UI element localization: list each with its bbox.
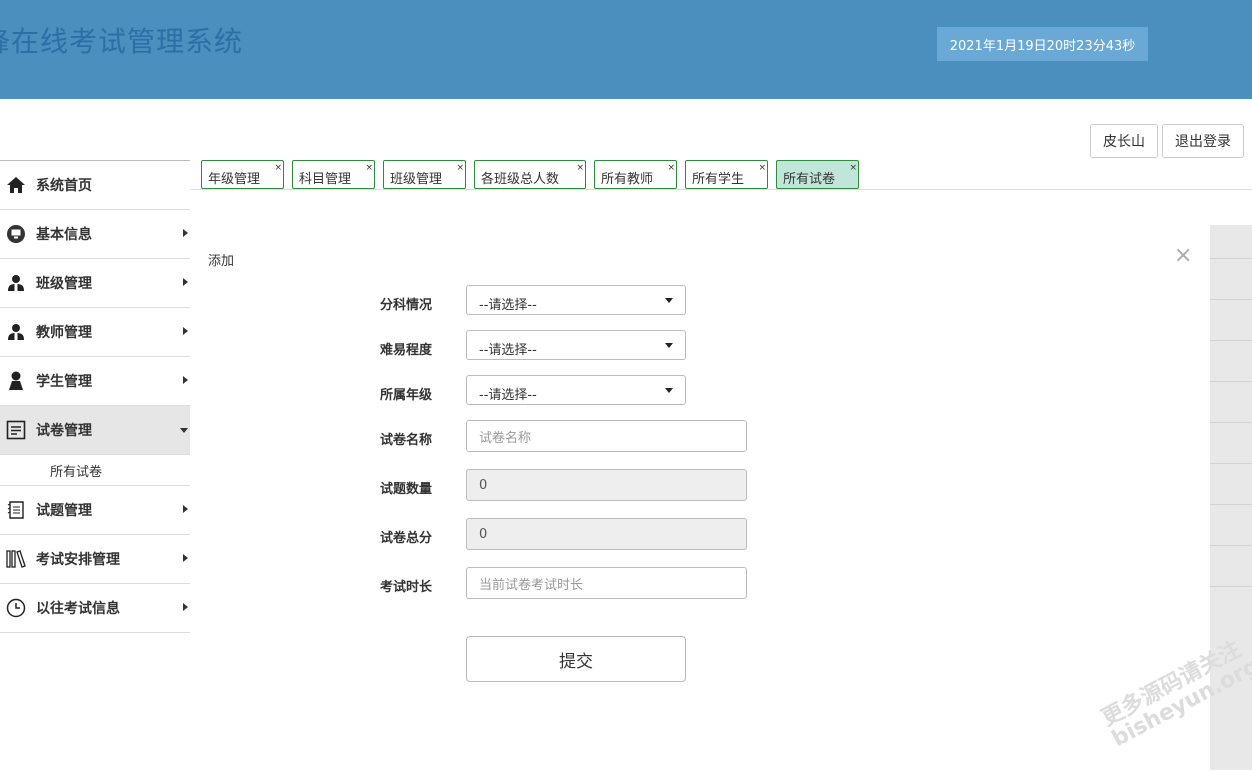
sidebar-item-exam-schedule[interactable]: 考试安排管理: [0, 535, 190, 584]
sidebar-item-label: 教师管理: [36, 325, 92, 341]
question-count-field: 0: [466, 469, 747, 501]
close-icon[interactable]: ×: [849, 163, 857, 173]
caret-down-icon: [180, 428, 188, 433]
close-icon[interactable]: ×: [1174, 243, 1192, 268]
difficulty-select[interactable]: --请选择--: [466, 330, 686, 360]
tab-all-students[interactable]: 所有学生 ×: [685, 160, 768, 189]
close-icon[interactable]: ×: [274, 163, 282, 173]
chevron-down-icon: [665, 343, 673, 348]
close-icon[interactable]: ×: [365, 163, 373, 173]
caret-right-icon: [183, 278, 188, 286]
sidebar-item-label: 系统首页: [36, 178, 92, 194]
logout-button[interactable]: 退出登录: [1162, 124, 1244, 158]
close-icon[interactable]: ×: [758, 163, 766, 173]
app-title: 锋在线考试管理系统: [0, 25, 244, 58]
caret-right-icon: [183, 603, 188, 611]
grade-select[interactable]: --请选择--: [466, 375, 686, 405]
sidebar-item-label: 以往考试信息: [36, 601, 120, 617]
duration-label: 考试时长: [380, 580, 433, 595]
submit-button[interactable]: 提交: [466, 636, 686, 682]
dialog-title: 添加: [208, 254, 235, 269]
tab-all-teachers[interactable]: 所有教师 ×: [594, 160, 677, 189]
sidebar-item-home[interactable]: 系统首页: [0, 161, 190, 210]
paper-name-label: 试卷名称: [380, 433, 433, 448]
sidebar: 系统首页 基本信息 班级管理 教师管理 学生管理 试卷管理 所有试卷 试题管理 …: [0, 160, 190, 771]
clock-icon: [6, 598, 26, 618]
question-count-label: 试题数量: [380, 482, 433, 497]
document-icon: [6, 420, 26, 440]
sidebar-item-questions[interactable]: 试题管理: [0, 486, 190, 535]
chevron-down-icon: [665, 388, 673, 393]
caret-right-icon: [183, 327, 188, 335]
caret-right-icon: [183, 554, 188, 562]
teacher-icon: [6, 322, 26, 342]
sidebar-subitem-all-papers[interactable]: 所有试卷: [0, 455, 190, 486]
datetime-display: 2021年1月19日20时23分43秒: [937, 27, 1148, 61]
tab-subject-management[interactable]: 科目管理 ×: [292, 160, 375, 189]
total-score-label: 试卷总分: [380, 531, 433, 546]
books-icon: [6, 549, 26, 569]
tab-class-headcount[interactable]: 各班级总人数 ×: [474, 160, 586, 189]
home-icon: [6, 175, 26, 195]
duration-input[interactable]: 当前试卷考试时长: [466, 567, 747, 599]
sidebar-item-basic-info[interactable]: 基本信息: [0, 210, 190, 259]
caret-right-icon: [183, 229, 188, 237]
subject-label: 分科情况: [380, 298, 433, 313]
app-header: 锋在线考试管理系统 2021年1月19日20时23分43秒: [0, 0, 1252, 99]
sidebar-item-paper[interactable]: 试卷管理: [0, 406, 190, 455]
caret-right-icon: [183, 505, 188, 513]
tab-class-management[interactable]: 班级管理 ×: [383, 160, 466, 189]
chevron-down-icon: [665, 298, 673, 303]
sidebar-item-label: 试卷管理: [36, 423, 92, 439]
sidebar-item-class[interactable]: 班级管理: [0, 259, 190, 308]
sidebar-item-past-exams[interactable]: 以往考试信息: [0, 584, 190, 633]
grade-label: 所属年级: [380, 388, 433, 403]
sidebar-item-teacher[interactable]: 教师管理: [0, 308, 190, 357]
tab-bar: 年级管理 × 科目管理 × 班级管理 × 各班级总人数 × 所有教师 × 所有学…: [190, 160, 1252, 190]
users-icon: [6, 273, 26, 293]
close-icon[interactable]: ×: [456, 163, 464, 173]
sidebar-item-student[interactable]: 学生管理: [0, 357, 190, 406]
tab-grade-management[interactable]: 年级管理 ×: [201, 160, 284, 189]
difficulty-label: 难易程度: [380, 343, 433, 358]
user-name-button[interactable]: 皮长山: [1090, 124, 1158, 158]
close-icon[interactable]: ×: [667, 163, 675, 173]
sidebar-item-label: 基本信息: [36, 227, 92, 243]
total-score-field: 0: [466, 518, 747, 550]
monitor-icon: [6, 224, 26, 244]
close-icon[interactable]: ×: [576, 163, 584, 173]
subject-select[interactable]: --请选择--: [466, 285, 686, 315]
sidebar-item-label: 考试安排管理: [36, 552, 120, 568]
paper-name-input[interactable]: 试卷名称: [466, 420, 747, 452]
student-icon: [6, 371, 26, 391]
add-paper-dialog: 添加 × 分科情况 --请选择-- 难易程度 --请选择-- 所属年级 --请选…: [190, 225, 1210, 770]
sidebar-item-label: 班级管理: [36, 276, 92, 292]
caret-right-icon: [183, 376, 188, 384]
sidebar-item-label: 试题管理: [36, 503, 92, 519]
tab-all-papers[interactable]: 所有试卷 ×: [776, 160, 859, 189]
list-document-icon: [6, 500, 26, 520]
sidebar-item-label: 学生管理: [36, 374, 92, 390]
